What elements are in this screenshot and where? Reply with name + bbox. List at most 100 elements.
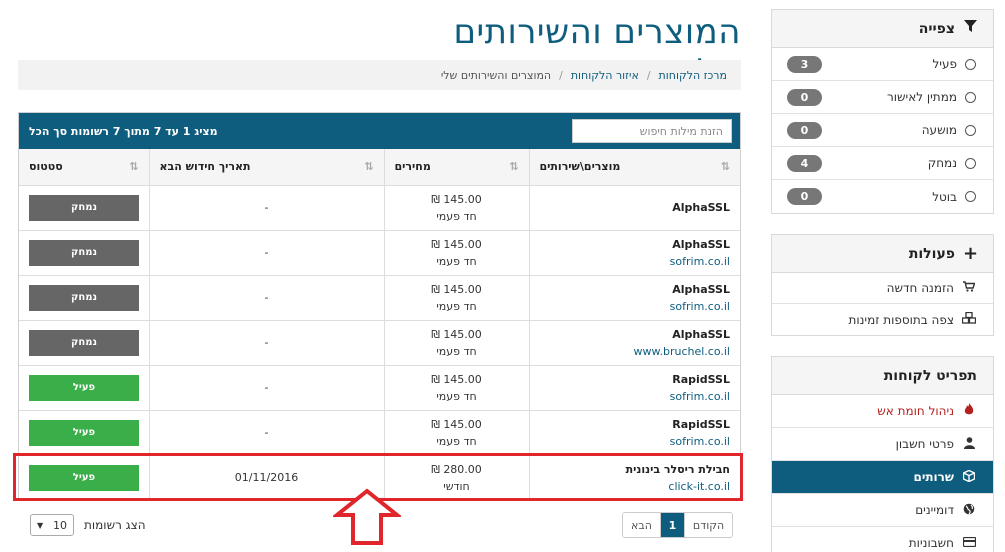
- column-renew-label: תאריך חידוש הבא: [159, 160, 251, 174]
- customer-menu-item[interactable]: שרותים: [772, 461, 993, 494]
- product-domain-link[interactable]: sofrim.co.il: [530, 388, 730, 405]
- sidebar: צפייה 3 פעיל 0 ממתין לאישור 0 מושעה 4 נמחק 0 בוטל…: [771, 9, 994, 552]
- price-cell: 145.00 ₪ חד פעמי: [384, 185, 530, 231]
- column-header-renew[interactable]: תאריך חידוש הבא ⇅: [149, 149, 385, 186]
- product-domain-link[interactable]: click-it.co.il: [530, 478, 730, 495]
- filter-label: ממתין לאישור: [886, 90, 957, 104]
- customer-menu-item[interactable]: חשבוניות: [772, 527, 993, 552]
- product-cell[interactable]: AlphaSSL: [529, 185, 740, 231]
- product-domain-link[interactable]: sofrim.co.il: [530, 433, 730, 450]
- billing-cycle: חודשי: [443, 479, 470, 493]
- radio-icon[interactable]: [965, 58, 976, 70]
- filter-icon: [963, 20, 977, 37]
- renew-date-cell: -: [149, 320, 385, 366]
- count-badge: 0: [787, 88, 822, 106]
- price-amount: 145.00 ₪: [431, 237, 482, 251]
- column-header-product[interactable]: מוצרים\שירותים ⇅: [529, 149, 740, 186]
- breadcrumb-item[interactable]: מרכז הלקוחות: [659, 69, 727, 82]
- product-cell[interactable]: RapidSSL sofrim.co.il: [529, 410, 740, 456]
- filter-item[interactable]: 3 פעיל: [772, 48, 993, 81]
- renew-date-cell: -: [149, 410, 385, 456]
- column-price-label: מחירים: [394, 160, 431, 174]
- product-cell[interactable]: AlphaSSL sofrim.co.il: [529, 275, 740, 321]
- radio-icon[interactable]: [965, 191, 976, 202]
- action-item[interactable]: צפה בתוספות זמינות: [772, 304, 993, 335]
- filter-label-wrap: נמחק: [928, 156, 976, 170]
- pagination-next-button[interactable]: הבא: [623, 513, 660, 537]
- radio-icon[interactable]: [965, 91, 976, 103]
- column-header-price[interactable]: מחירים ⇅: [384, 149, 530, 186]
- price-amount: 280.00 ₪: [431, 462, 482, 476]
- actions-panel-header[interactable]: פעולות +: [772, 235, 993, 273]
- status-cell: נמחק: [19, 320, 150, 366]
- breadcrumb-item[interactable]: איזור הלקוחות: [571, 69, 639, 82]
- count-badge: 0: [787, 121, 822, 139]
- status-badge: נמחק: [29, 239, 139, 266]
- product-name: RapidSSL: [672, 417, 730, 431]
- product-cell[interactable]: AlphaSSL www.bruchel.co.il: [529, 320, 740, 366]
- filter-label-wrap: מושעה: [922, 123, 976, 137]
- product-name: חבילת ריסלר בינונית: [625, 462, 730, 476]
- status-cell: נמחק: [19, 185, 150, 231]
- filter-label: מושעה: [921, 123, 957, 137]
- filter-panel: צפייה 3 פעיל 0 ממתין לאישור 0 מושעה 4 נמחק 0 בוטל: [771, 9, 994, 214]
- product-domain-link[interactable]: sofrim.co.il: [530, 253, 730, 270]
- action-label: הזמנה חדשה: [886, 281, 954, 295]
- filter-panel-header[interactable]: צפייה: [772, 10, 993, 48]
- product-domain-link[interactable]: sofrim.co.il: [530, 298, 730, 315]
- product-domain-link[interactable]: www.bruchel.co.il: [530, 343, 731, 360]
- product-cell[interactable]: RapidSSL sofrim.co.il: [529, 365, 740, 411]
- table-row[interactable]: פעיל - 145.00 ₪ חד פעמי RapidSSL sofrim.co.il: [19, 410, 740, 456]
- billing-cycle: חד פעמי: [436, 209, 477, 223]
- product-name: AlphaSSL: [672, 237, 730, 251]
- globe-icon: [962, 503, 976, 518]
- filter-label-wrap: פעיל: [932, 57, 976, 71]
- table-row[interactable]: נמחק - 145.00 ₪ חד פעמי AlphaSSL www.bruchel.…: [19, 320, 740, 366]
- column-header-status[interactable]: סטטוס ⇅: [19, 149, 150, 186]
- filter-item[interactable]: 0 בוטל: [772, 180, 993, 213]
- filter-item[interactable]: 4 נמחק: [772, 147, 993, 180]
- table-toolbar: מציג 1 עד 7 מתוך 7 רשומות סך הכל: [19, 113, 740, 149]
- status-cell: פעיל: [19, 455, 150, 500]
- pagination-page-1[interactable]: 1: [659, 513, 684, 537]
- status-badge: נמחק: [29, 284, 139, 311]
- table-info: מציג 1 עד 7 מתוך 7 רשומות סך הכל: [29, 124, 218, 138]
- customer-menu-item[interactable]: ניהול חומת אש: [772, 395, 993, 428]
- radio-icon[interactable]: [965, 124, 976, 136]
- sort-icon: ⇅: [720, 160, 730, 174]
- customer-menu-item[interactable]: פרטי חשבון: [772, 428, 993, 461]
- status-cell: פעיל: [19, 410, 150, 456]
- filter-label-wrap: בוטל: [932, 190, 976, 204]
- column-product-label: מוצרים\שירותים: [539, 160, 621, 174]
- price-cell: 145.00 ₪ חד פעמי: [384, 275, 530, 321]
- action-item[interactable]: הזמנה חדשה: [772, 273, 993, 304]
- status-cell: נמחק: [19, 230, 150, 276]
- menu-item-label: שרותים: [913, 470, 954, 484]
- filter-panel-title: צפייה: [918, 20, 955, 37]
- menu-item-label: ניהול חומת אש: [877, 404, 954, 418]
- fire-icon: [962, 403, 976, 419]
- table-row[interactable]: נמחק - 145.00 ₪ חד פעמי AlphaSSL sofrim.co.il: [19, 230, 740, 276]
- pagination-prev-button[interactable]: הקודם: [683, 513, 733, 537]
- arrow-up-icon: [333, 488, 401, 545]
- status-badge: פעיל: [29, 374, 139, 401]
- services-table: סטטוס ⇅ תאריך חידוש הבא ⇅ מחירים ⇅ מוצרי…: [19, 149, 740, 500]
- customer-menu-header: תפריט לקוחות: [772, 357, 993, 395]
- price-amount: 145.00 ₪: [431, 192, 482, 206]
- filter-item[interactable]: 0 מושעה: [772, 114, 993, 147]
- table-row[interactable]: פעיל - 145.00 ₪ חד פעמי RapidSSL sofrim.co.il: [19, 365, 740, 411]
- price-cell: 145.00 ₪ חד פעמי: [384, 365, 530, 411]
- product-cell[interactable]: AlphaSSL sofrim.co.il: [529, 230, 740, 276]
- price-cell: 280.00 ₪ חודשי: [384, 455, 530, 500]
- table-row[interactable]: נמחק - 145.00 ₪ חד פעמי AlphaSSL sofrim.co.il: [19, 275, 740, 321]
- search-input[interactable]: [572, 119, 732, 143]
- sort-icon: ⇅: [364, 160, 374, 174]
- action-label: צפה בתוספות זמינות: [848, 312, 954, 327]
- page-length-select[interactable]: ▼ 10: [30, 514, 74, 536]
- radio-icon[interactable]: [965, 157, 976, 169]
- customer-menu-item[interactable]: דומיינים: [772, 494, 993, 527]
- filter-item[interactable]: 0 ממתין לאישור: [772, 81, 993, 114]
- table-row[interactable]: נמחק - 145.00 ₪ חד פעמי AlphaSSL: [19, 185, 740, 231]
- product-cell[interactable]: חבילת ריסלר בינונית click-it.co.il: [529, 455, 740, 500]
- status-badge: נמחק: [29, 329, 139, 356]
